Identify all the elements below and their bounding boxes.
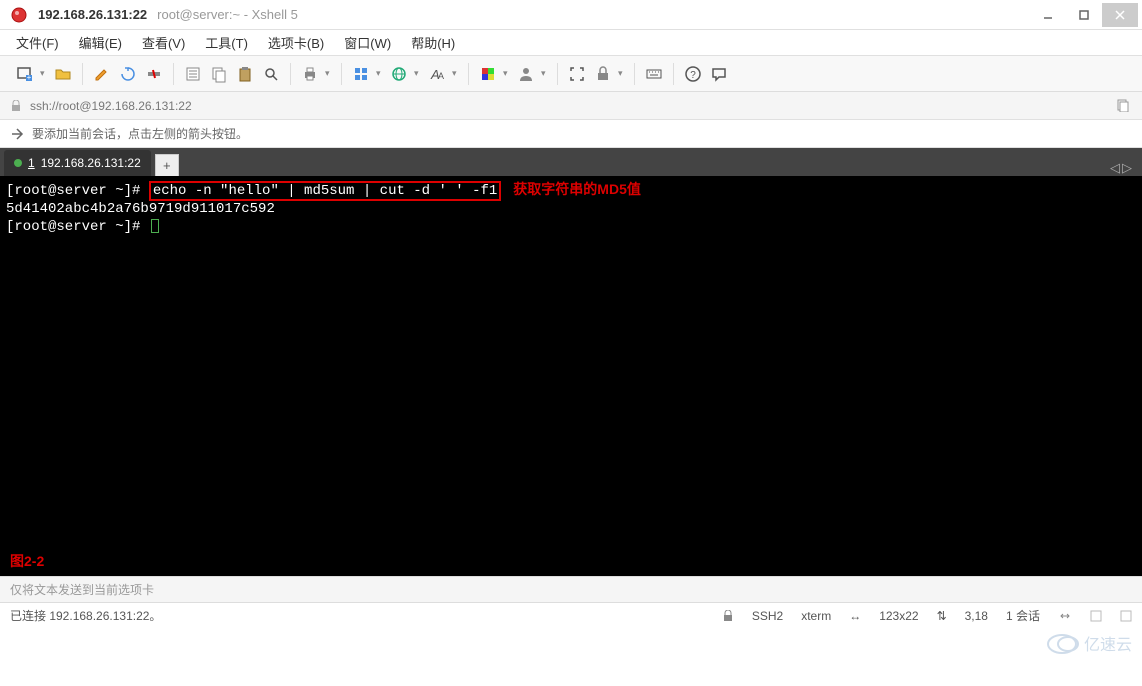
svg-text:A: A xyxy=(438,71,444,81)
separator xyxy=(557,63,558,85)
svg-text:+: + xyxy=(27,73,32,82)
copy-address-icon[interactable] xyxy=(1116,98,1132,114)
cursor-icon xyxy=(151,219,159,233)
font-icon[interactable]: AA xyxy=(426,63,448,85)
reconnect-icon[interactable] xyxy=(117,63,139,85)
paste-icon[interactable] xyxy=(234,63,256,85)
cap-icon xyxy=(1090,610,1102,622)
app-icon xyxy=(10,6,28,24)
tab-nav: ◁ ▷ xyxy=(1110,160,1138,176)
chat-icon[interactable] xyxy=(708,63,730,85)
help-icon[interactable]: ? xyxy=(682,63,704,85)
window-subtitle: root@server:~ - Xshell 5 xyxy=(157,7,298,22)
arrow-hint-icon[interactable] xyxy=(10,127,24,141)
separator xyxy=(673,63,674,85)
find-icon[interactable] xyxy=(260,63,282,85)
terminal-prompt: [root@server ~]# xyxy=(6,219,149,235)
svg-text:?: ? xyxy=(690,70,696,81)
close-button[interactable] xyxy=(1102,3,1138,27)
pencil-icon[interactable] xyxy=(91,63,113,85)
separator xyxy=(173,63,174,85)
lock-small-icon xyxy=(10,100,22,112)
status-protocol: SSH2 xyxy=(752,609,783,623)
lock-status-icon xyxy=(722,610,734,622)
dropdown-icon[interactable]: ▾ xyxy=(618,68,626,79)
new-tab-button[interactable]: + xyxy=(155,154,179,176)
resize-icon[interactable] xyxy=(1058,609,1072,623)
separator xyxy=(290,63,291,85)
address-url[interactable]: ssh://root@192.168.26.131:22 xyxy=(30,99,1108,113)
separator xyxy=(634,63,635,85)
menu-bar: 文件(F) 编辑(E) 查看(V) 工具(T) 选项卡(B) 窗口(W) 帮助(… xyxy=(0,30,1142,56)
send-hint: 仅将文本发送到当前选项卡 xyxy=(0,576,1142,602)
watermark: 亿速云 xyxy=(1044,630,1134,658)
size-icon: ↔ xyxy=(849,609,861,623)
tab-prev-icon[interactable]: ◁ xyxy=(1110,160,1120,176)
separator xyxy=(468,63,469,85)
dropdown-icon[interactable]: ▾ xyxy=(414,68,422,79)
dropdown-icon[interactable]: ▾ xyxy=(541,68,549,79)
maximize-button[interactable] xyxy=(1066,3,1102,27)
session-tab[interactable]: 1 192.168.26.131:22 xyxy=(4,150,151,176)
terminal-line: [root@server ~]# echo -n "hello" | md5su… xyxy=(6,180,1136,200)
tab-label: 192.168.26.131:22 xyxy=(41,156,141,170)
dropdown-icon[interactable]: ▾ xyxy=(503,68,511,79)
window-controls xyxy=(1030,3,1138,27)
terminal[interactable]: [root@server ~]# echo -n "hello" | md5su… xyxy=(0,176,1142,576)
terminal-command-highlighted: echo -n "hello" | md5sum | cut -d ' ' -f… xyxy=(149,181,501,201)
terminal-output: 5d41402abc4b2a76b9719d911017c592 xyxy=(6,200,1136,218)
status-bar: 已连接 192.168.26.131:22。 SSH2 xterm ↔ 123x… xyxy=(0,602,1142,628)
minimize-button[interactable] xyxy=(1030,3,1066,27)
globe-icon[interactable] xyxy=(388,63,410,85)
disconnect-icon[interactable] xyxy=(143,63,165,85)
menu-window[interactable]: 窗口(W) xyxy=(336,31,399,54)
separator xyxy=(82,63,83,85)
status-term: xterm xyxy=(801,609,831,623)
fullscreen-icon[interactable] xyxy=(566,63,588,85)
lock-icon[interactable] xyxy=(592,63,614,85)
separator xyxy=(341,63,342,85)
user-icon[interactable] xyxy=(515,63,537,85)
tab-bar: 1 192.168.26.131:22 + ◁ ▷ xyxy=(0,148,1142,176)
menu-edit[interactable]: 编辑(E) xyxy=(71,31,130,54)
terminal-prompt: [root@server ~]# xyxy=(6,183,149,199)
title-bar: 192.168.26.131:22 root@server:~ - Xshell… xyxy=(0,0,1142,30)
toolbar: + ▾ ▾ ▾ ▾ AA ▾ ▾ ▾ ▾ xyxy=(0,56,1142,92)
pos-icon: ⇅ xyxy=(937,609,947,623)
print-icon[interactable] xyxy=(299,63,321,85)
new-session-icon[interactable]: + xyxy=(14,63,36,85)
properties-icon[interactable] xyxy=(182,63,204,85)
status-sessions: 1 会话 xyxy=(1006,607,1040,624)
tab-next-icon[interactable]: ▷ xyxy=(1122,160,1132,176)
address-bar: ssh://root@192.168.26.131:22 xyxy=(0,92,1142,120)
keyboard-icon[interactable] xyxy=(643,63,665,85)
menu-tools[interactable]: 工具(T) xyxy=(197,31,256,54)
status-dot-icon xyxy=(14,159,22,167)
figure-label: 图2-2 xyxy=(10,552,44,570)
status-connected: 已连接 192.168.26.131:22。 xyxy=(10,607,704,624)
watermark-text: 亿速云 xyxy=(1084,636,1132,654)
num-icon xyxy=(1120,610,1132,622)
window-title: 192.168.26.131:22 xyxy=(38,7,147,22)
terminal-annotation: 获取字符串的MD5值 xyxy=(513,181,641,197)
open-session-icon[interactable] xyxy=(52,63,74,85)
menu-tabs[interactable]: 选项卡(B) xyxy=(260,31,332,54)
dropdown-icon[interactable]: ▾ xyxy=(376,68,384,79)
terminal-line: [root@server ~]# xyxy=(6,218,1136,236)
status-size: 123x22 xyxy=(879,609,918,623)
menu-file[interactable]: 文件(F) xyxy=(8,31,67,54)
hint-text: 要添加当前会话，点击左侧的箭头按钮。 xyxy=(32,125,248,142)
status-pos: 3,18 xyxy=(965,609,988,623)
color-icon[interactable] xyxy=(477,63,499,85)
hint-bar: 要添加当前会话，点击左侧的箭头按钮。 xyxy=(0,120,1142,148)
dropdown-icon[interactable]: ▾ xyxy=(325,68,333,79)
menu-view[interactable]: 查看(V) xyxy=(134,31,193,54)
layout-icon[interactable] xyxy=(350,63,372,85)
tab-index: 1 xyxy=(28,156,35,170)
dropdown-icon[interactable]: ▾ xyxy=(452,68,460,79)
copy-icon[interactable] xyxy=(208,63,230,85)
menu-help[interactable]: 帮助(H) xyxy=(403,31,463,54)
dropdown-icon[interactable]: ▾ xyxy=(40,68,48,79)
